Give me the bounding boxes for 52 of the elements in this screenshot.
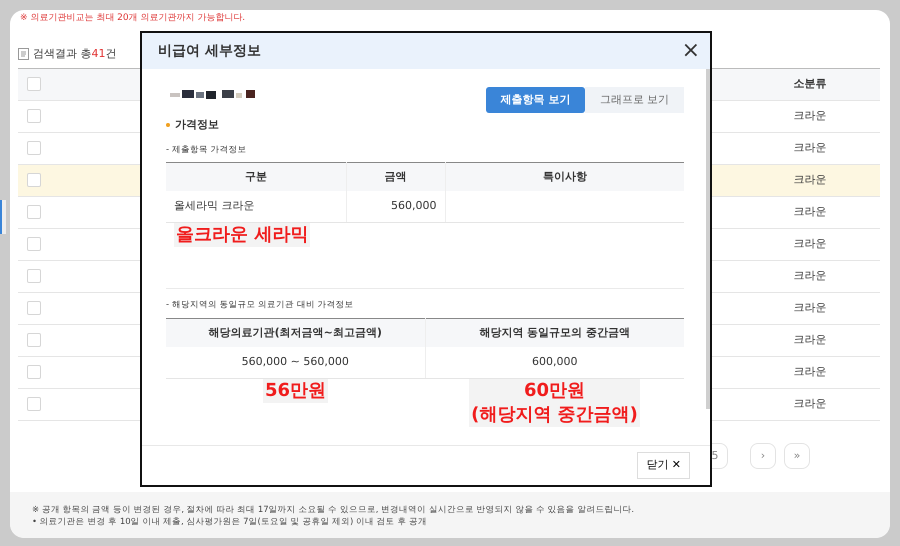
scrollbar[interactable] bbox=[706, 69, 710, 409]
checkbox[interactable] bbox=[27, 237, 41, 252]
last-page-button[interactable]: » bbox=[784, 443, 810, 469]
checkbox[interactable] bbox=[27, 77, 41, 92]
table-cell: 크라운 bbox=[794, 301, 826, 314]
subsection-title: - 제출항목 가격정보 bbox=[166, 144, 248, 156]
view-tab[interactable]: 그래프로 보기 bbox=[585, 87, 684, 113]
checkbox[interactable] bbox=[27, 173, 41, 188]
annotation: 올크라운 세라믹 bbox=[174, 223, 310, 248]
checkbox[interactable] bbox=[27, 205, 41, 220]
table-cell: 600,000 bbox=[532, 355, 578, 368]
bullet-dot bbox=[166, 123, 170, 128]
checkbox[interactable] bbox=[27, 109, 41, 124]
checkbox[interactable] bbox=[27, 365, 41, 380]
close-button[interactable]: × bbox=[678, 40, 704, 62]
checkbox[interactable] bbox=[27, 397, 41, 412]
table-cell: 크라운 bbox=[794, 109, 826, 122]
table-cell: 크라운 bbox=[794, 173, 826, 186]
table-cell: 크라운 bbox=[794, 205, 826, 218]
checkbox[interactable] bbox=[27, 269, 41, 284]
annotation: 60만원 (해당지역 중간금액) bbox=[469, 379, 640, 427]
table-cell: 올세라믹 크라운 bbox=[174, 199, 254, 212]
table-cell: 크라운 bbox=[794, 237, 826, 250]
table-cell: 크라운 bbox=[794, 333, 826, 346]
dialog-title: 비급여 세부정보 bbox=[158, 42, 261, 60]
annotation: 56만원 bbox=[262, 379, 328, 403]
next-page-button[interactable]: › bbox=[750, 443, 776, 469]
column-header: 금액 bbox=[384, 170, 406, 183]
column-header: 해당의료기관(최저금액~최고금액) bbox=[208, 326, 382, 338]
footnote: • 의료기관은 변경 후 10일 이내 제출, 심사평가원은 7일(토요일 및 공휴일 제외) 이내 검토 후 공개 bbox=[32, 516, 428, 528]
table-cell: 크라운 bbox=[794, 365, 826, 378]
checkbox[interactable] bbox=[27, 141, 41, 156]
column-header: 구분 bbox=[244, 170, 267, 183]
document-icon bbox=[18, 48, 29, 60]
subsection-title: - 해당지역의 동일규모 의료기관 대비 가격정보 bbox=[166, 299, 355, 312]
result-count: 검색결과 총41건 bbox=[33, 46, 116, 62]
view-tab[interactable]: 제출항목 보기 bbox=[486, 87, 585, 113]
table-cell: 크라운 bbox=[794, 141, 826, 154]
table-cell: 560,000 ~ 560,000 bbox=[242, 355, 349, 368]
column-header: 특이사항 bbox=[542, 170, 587, 183]
table-cell: 크라운 bbox=[794, 397, 826, 410]
column-header: 소분류 bbox=[794, 77, 826, 90]
section-title: 가격정보 bbox=[175, 117, 219, 133]
close-button[interactable]: 닫기 ✕ bbox=[637, 452, 690, 479]
table-cell: 크라운 bbox=[794, 269, 826, 282]
checkbox[interactable] bbox=[27, 301, 41, 316]
footnote: ※ 공개 항목의 금액 등이 변경된 경우, 절차에 따라 최대 17일까지 소요될 수 있으므로, 변경내역이 실시간으로 반영되지 않을 수 있음을 알려드립니다. bbox=[32, 504, 636, 516]
column-header: 해당지역 동일규모의 중간금액 bbox=[479, 326, 630, 338]
checkbox[interactable] bbox=[27, 333, 41, 348]
notice-text: ※ 의료기관비교는 최대 20개 의료기관까지 가능합니다. bbox=[19, 12, 246, 25]
table-cell: 560,000 bbox=[391, 199, 436, 212]
side-tab[interactable] bbox=[0, 200, 6, 234]
